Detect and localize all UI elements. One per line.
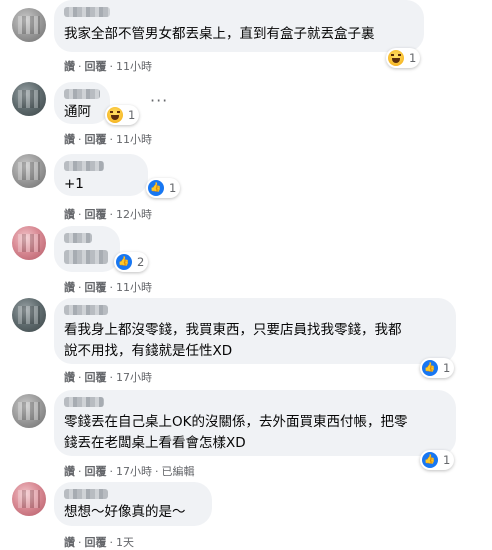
avatar[interactable] bbox=[12, 8, 46, 42]
commenter-name[interactable] bbox=[64, 161, 104, 171]
like-link[interactable]: 讚 bbox=[64, 60, 75, 73]
timestamp[interactable]: 17小時 bbox=[116, 371, 152, 384]
comment-actions: 讚 · 回覆 · 11小時 bbox=[64, 281, 152, 294]
more-horizontal-icon[interactable]: ··· bbox=[150, 91, 168, 110]
comment-bubble: 看我身上都沒零錢，我買東西，只要店員找我零錢，我都 說不用找，有錢就是任性XD bbox=[54, 298, 456, 364]
blurred-attachment[interactable] bbox=[64, 250, 108, 264]
haha-reaction-icon bbox=[388, 50, 404, 66]
like-link[interactable]: 讚 bbox=[64, 208, 75, 221]
reaction-summary[interactable]: 👍 2 bbox=[114, 252, 149, 272]
comment-text: 通阿 bbox=[64, 104, 91, 120]
reply-link[interactable]: 回覆 bbox=[85, 536, 107, 549]
reply-link[interactable]: 回覆 bbox=[85, 465, 107, 478]
avatar[interactable] bbox=[12, 482, 46, 516]
reaction-count: 1 bbox=[443, 453, 451, 467]
comment-bubble: +1 bbox=[54, 154, 148, 196]
reply-link[interactable]: 回覆 bbox=[85, 133, 107, 146]
comment-bubble: 零錢丟在自己桌上OK的沒關係，去外面買東西付帳，把零 錢丟在老闆桌上看看會怎樣X… bbox=[54, 390, 456, 456]
avatar[interactable] bbox=[12, 82, 46, 116]
reaction-count: 2 bbox=[137, 255, 145, 269]
comment-actions: 讚 · 回覆 · 12小時 bbox=[64, 208, 152, 221]
comment-bubble bbox=[54, 226, 120, 272]
comment-bubble: 我家全部不管男女都丟桌上，直到有盒子就丟盒子裏 bbox=[54, 0, 424, 52]
like-link[interactable]: 讚 bbox=[64, 133, 75, 146]
reply-link[interactable]: 回覆 bbox=[85, 371, 107, 384]
comment-text-line-1: 看我身上都沒零錢，我買東西，只要店員找我零錢，我都 bbox=[64, 322, 402, 338]
comment-text: 我家全部不管男女都丟桌上，直到有盒子就丟盒子裏 bbox=[64, 26, 375, 42]
commenter-name[interactable] bbox=[64, 233, 92, 243]
timestamp[interactable]: 17小時 bbox=[116, 465, 152, 478]
commenter-name[interactable] bbox=[64, 7, 110, 17]
like-link[interactable]: 讚 bbox=[64, 465, 75, 478]
comment-text-line-2: 錢丟在老闆桌上看看會怎樣XD bbox=[64, 435, 246, 451]
reaction-summary[interactable]: 1 bbox=[105, 105, 140, 125]
reaction-summary[interactable]: 👍 1 bbox=[146, 178, 181, 198]
avatar[interactable] bbox=[12, 154, 46, 188]
like-reaction-icon: 👍 bbox=[422, 360, 438, 376]
reply-link[interactable]: 回覆 bbox=[85, 208, 107, 221]
avatar[interactable] bbox=[12, 298, 46, 332]
reaction-summary[interactable]: 1 bbox=[386, 48, 421, 68]
comment-text: 想想～好像真的是～ bbox=[64, 504, 186, 520]
reaction-summary[interactable]: 👍 1 bbox=[420, 358, 455, 378]
haha-reaction-icon bbox=[107, 107, 123, 123]
like-link[interactable]: 讚 bbox=[64, 371, 75, 384]
reaction-count: 1 bbox=[409, 51, 417, 65]
comment-text-line-2: 說不用找，有錢就是任性XD bbox=[64, 343, 233, 359]
like-link[interactable]: 讚 bbox=[64, 281, 75, 294]
timestamp[interactable]: 1天 bbox=[116, 536, 134, 549]
like-reaction-icon: 👍 bbox=[116, 254, 132, 270]
commenter-name[interactable] bbox=[64, 397, 104, 407]
avatar[interactable] bbox=[12, 394, 46, 428]
like-reaction-icon: 👍 bbox=[422, 452, 438, 468]
avatar[interactable] bbox=[12, 226, 46, 260]
commenter-name[interactable] bbox=[64, 305, 108, 315]
comment-bubble: 通阿 bbox=[54, 82, 110, 124]
reply-link[interactable]: 回覆 bbox=[85, 60, 107, 73]
like-reaction-icon: 👍 bbox=[148, 180, 164, 196]
comment-actions: 讚 · 回覆 · 11小時 bbox=[64, 133, 152, 146]
commenter-name[interactable] bbox=[64, 89, 100, 99]
timestamp[interactable]: 11小時 bbox=[116, 60, 152, 73]
comment-text: +1 bbox=[64, 176, 84, 192]
like-link[interactable]: 讚 bbox=[64, 536, 75, 549]
comment-text-line-1: 零錢丟在自己桌上OK的沒關係，去外面買東西付帳，把零 bbox=[64, 414, 408, 430]
reply-link[interactable]: 回覆 bbox=[85, 281, 107, 294]
edited-label[interactable]: 已編輯 bbox=[162, 465, 195, 478]
comment-actions: 讚 · 回覆 · 11小時 bbox=[64, 60, 152, 73]
reaction-summary[interactable]: 👍 1 bbox=[420, 450, 455, 470]
commenter-name[interactable] bbox=[64, 489, 108, 499]
reaction-count: 1 bbox=[169, 181, 177, 195]
comment-actions: 讚 · 回覆 · 17小時 bbox=[64, 371, 152, 384]
reaction-count: 1 bbox=[128, 108, 136, 122]
timestamp[interactable]: 11小時 bbox=[116, 133, 152, 146]
reaction-count: 1 bbox=[443, 361, 451, 375]
timestamp[interactable]: 12小時 bbox=[116, 208, 152, 221]
timestamp[interactable]: 11小時 bbox=[116, 281, 152, 294]
comment-bubble: 想想～好像真的是～ bbox=[54, 482, 212, 526]
comment-actions: 讚 · 回覆 · 17小時 · 已編輯 bbox=[64, 465, 195, 478]
